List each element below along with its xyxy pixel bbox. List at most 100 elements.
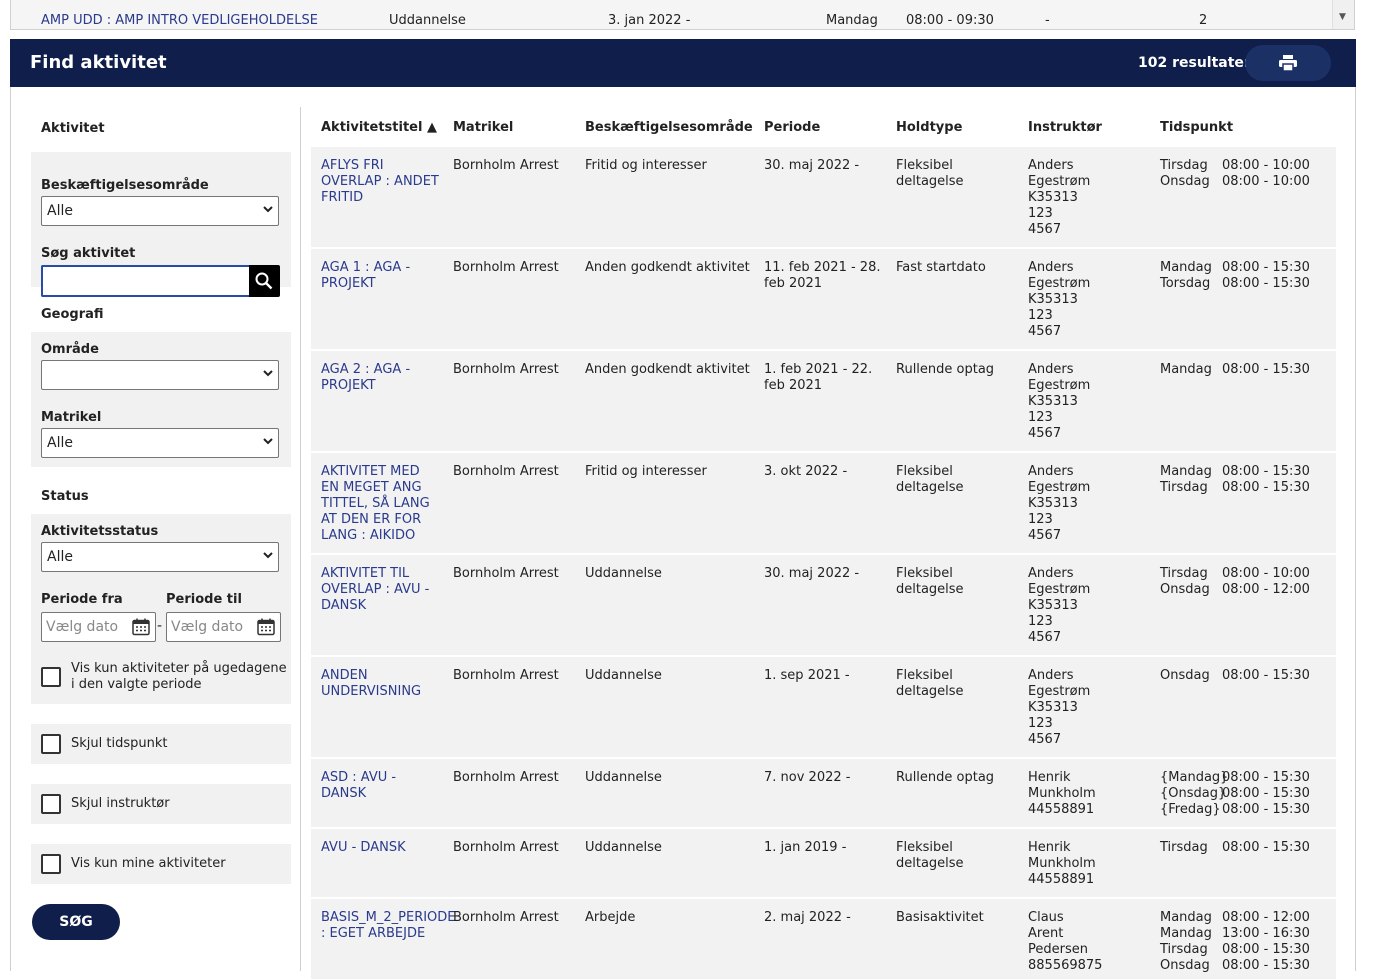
soeg-label: Søg aktivitet xyxy=(41,246,136,261)
mine-checkbox[interactable] xyxy=(41,854,61,874)
hide-time-checkbox[interactable] xyxy=(41,734,61,754)
periode-fra-input[interactable]: Vælg dato xyxy=(41,612,156,642)
beskaeftigelse-label: Beskæftigelsesområde xyxy=(41,178,209,193)
cell-beskaeftigelse: Uddannelse xyxy=(585,840,662,855)
instructor-line: Egestrøm xyxy=(1028,480,1091,495)
hide-instructor-label[interactable]: Skjul instruktør xyxy=(71,796,170,812)
cell-periode: 1. sep 2021 - xyxy=(764,668,850,683)
calendar-icon[interactable] xyxy=(257,618,275,636)
activity-title-link[interactable]: AFLYS FRI OVERLAP : ANDET FRITID xyxy=(321,158,439,206)
status-panel: Aktivitetsstatus Alle Periode fra Period… xyxy=(31,514,291,704)
instructor-line: 4567 xyxy=(1028,630,1062,645)
previous-result-row[interactable]: AMP UDD : AMP INTRO VEDLIGEHOLDELSE Udda… xyxy=(10,0,1355,30)
submit-search-button[interactable]: SØG xyxy=(32,904,120,940)
search-input[interactable] xyxy=(41,265,251,297)
instructor-line: K35313 xyxy=(1028,190,1078,205)
cell-instruktor: Anders Egestrøm K35313 123 4567 xyxy=(1028,362,1138,442)
time-day: Mandag xyxy=(1160,464,1212,479)
hide-instructor-checkbox[interactable] xyxy=(41,794,61,814)
instructor-line: Anders xyxy=(1028,158,1074,173)
date-placeholder: Vælg dato xyxy=(171,619,244,635)
instructor-line: Munkholm xyxy=(1028,786,1096,801)
row-title-link[interactable]: AMP UDD : AMP INTRO VEDLIGEHOLDELSE xyxy=(41,13,318,29)
cell-holdtype: Rullende optag xyxy=(896,770,995,785)
aktivitetsstatus-value: Alle xyxy=(47,549,73,565)
instructor-line: 4567 xyxy=(1028,528,1062,543)
instructor-line: Munkholm xyxy=(1028,856,1096,871)
table-row[interactable]: BASIS_M_2_PERIODE : EGET ARBEJDE Bornholm… xyxy=(311,899,1336,979)
scroll-down-icon[interactable]: ▼ xyxy=(1339,12,1346,22)
time-range: 08:00 - 15:30 xyxy=(1222,802,1310,817)
table-header: Aktivitetstitel ▲ Matrikel Beskæftigelse… xyxy=(311,120,1336,140)
activity-title-link[interactable]: ASD : AVU - DANSK xyxy=(321,770,439,802)
table-row[interactable]: AGA 2 : AGA - PROJEKT Bornholm Arrest Ande… xyxy=(311,351,1336,451)
cell-periode: 3. okt 2022 - xyxy=(764,464,848,479)
time-day: Onsdag xyxy=(1160,958,1210,973)
matrikel-value: Alle xyxy=(47,435,73,451)
cell-tidspunkt: Onsdag 08:00 - 15:30 xyxy=(1160,668,1310,684)
cell-beskaeftigelse: Uddannelse xyxy=(585,668,662,683)
table-row[interactable]: AKTIVITET TIL OVERLAP : AVU - DANSK Bornh… xyxy=(311,555,1336,655)
time-day: Tirsdag xyxy=(1160,480,1208,495)
printer-icon xyxy=(1279,55,1297,71)
cell-beskaeftigelse: Anden godkendt aktivitet xyxy=(585,260,750,275)
th-holdtype[interactable]: Holdtype xyxy=(896,120,962,135)
time-slot: Onsdag 08:00 - 10:00 xyxy=(1160,174,1310,190)
matrikel-select[interactable]: Alle xyxy=(41,428,279,458)
time-range: 08:00 - 15:30 xyxy=(1222,362,1310,377)
print-button[interactable] xyxy=(1245,45,1331,81)
beskaeftigelse-select[interactable]: Alle xyxy=(41,196,279,226)
time-range: 08:00 - 10:00 xyxy=(1222,566,1310,581)
th-beskaeftigelse[interactable]: Beskæftigelsesområde xyxy=(585,120,753,135)
calendar-icon[interactable] xyxy=(132,618,150,636)
mine-label[interactable]: Vis kun mine aktiviteter xyxy=(71,856,226,872)
activity-title-link[interactable]: AGA 2 : AGA - PROJEKT xyxy=(321,362,439,394)
chevron-down-icon xyxy=(263,552,273,559)
instructor-line: Anders xyxy=(1028,260,1074,275)
table-row[interactable]: AVU - DANSK Bornholm Arrest Uddannelse 1. j… xyxy=(311,829,1336,897)
activity-title-link[interactable]: AKTIVITET MED EN MEGET ANG TITTEL, SÅ LA… xyxy=(321,464,439,544)
chevron-down-icon xyxy=(263,206,273,213)
instructor-line: 123 xyxy=(1028,206,1053,221)
activity-title-link[interactable]: ANDEN UNDERVISNING xyxy=(321,668,439,700)
activity-title-link[interactable]: BASIS_M_2_PERIODE : EGET ARBEJDE xyxy=(321,910,456,942)
instructor-line: 885569875 xyxy=(1028,958,1103,973)
th-title[interactable]: Aktivitetstitel ▲ xyxy=(321,120,437,135)
th-matrikel[interactable]: Matrikel xyxy=(453,120,513,135)
instructor-line: 123 xyxy=(1028,614,1053,629)
cell-beskaeftigelse: Anden godkendt aktivitet xyxy=(585,362,750,377)
instructor-line: K35313 xyxy=(1028,700,1078,715)
omraade-select[interactable] xyxy=(41,360,279,390)
activity-title-link[interactable]: AGA 1 : AGA - PROJEKT xyxy=(321,260,439,292)
periode-til-input[interactable]: Vælg dato xyxy=(166,612,281,642)
cell-holdtype: Fast startdato xyxy=(896,260,986,275)
search-button[interactable] xyxy=(249,265,280,297)
time-range: 08:00 - 12:00 xyxy=(1222,910,1310,925)
time-slot: Mandag 13:00 - 16:30 xyxy=(1160,926,1310,942)
instructor-line: Henrik xyxy=(1028,840,1071,855)
th-periode[interactable]: Periode xyxy=(764,120,820,135)
table-row[interactable]: ANDEN UNDERVISNING Bornholm Arrest Uddanne… xyxy=(311,657,1336,757)
aktivitetsstatus-select[interactable]: Alle xyxy=(41,542,279,572)
table-row[interactable]: ASD : AVU - DANSK Bornholm Arrest Uddannel… xyxy=(311,759,1336,827)
table-row[interactable]: AGA 1 : AGA - PROJEKT Bornholm Arrest Ande… xyxy=(311,249,1336,349)
hide-time-row: Skjul tidspunkt xyxy=(31,724,291,764)
cell-matrikel: Bornholm Arrest xyxy=(453,260,559,275)
scrollbar[interactable]: ▼ xyxy=(1332,0,1354,29)
time-slot: Onsdag 08:00 - 15:30 xyxy=(1160,668,1310,684)
th-instruktor[interactable]: Instruktør xyxy=(1028,120,1102,135)
weekdays-label[interactable]: Vis kun aktiviteter på ugedagene i den v… xyxy=(71,661,291,693)
instructor-line: Egestrøm xyxy=(1028,582,1091,597)
hide-time-label[interactable]: Skjul tidspunkt xyxy=(71,736,167,752)
time-slot: {Fredag} 08:00 - 15:30 xyxy=(1160,802,1310,818)
time-range: 08:00 - 15:30 xyxy=(1222,786,1310,801)
weekdays-checkbox[interactable] xyxy=(41,667,61,687)
time-range: 08:00 - 15:30 xyxy=(1222,942,1310,957)
page-title: Find aktivitet xyxy=(30,52,167,73)
row-category: Uddannelse xyxy=(389,13,466,28)
activity-title-link[interactable]: AKTIVITET TIL OVERLAP : AVU - DANSK xyxy=(321,566,439,614)
table-row[interactable]: AFLYS FRI OVERLAP : ANDET FRITID Bornholm… xyxy=(311,147,1336,247)
th-tidspunkt[interactable]: Tidspunkt xyxy=(1160,120,1233,135)
table-row[interactable]: AKTIVITET MED EN MEGET ANG TITTEL, SÅ LA… xyxy=(311,453,1336,553)
activity-title-link[interactable]: AVU - DANSK xyxy=(321,840,439,856)
